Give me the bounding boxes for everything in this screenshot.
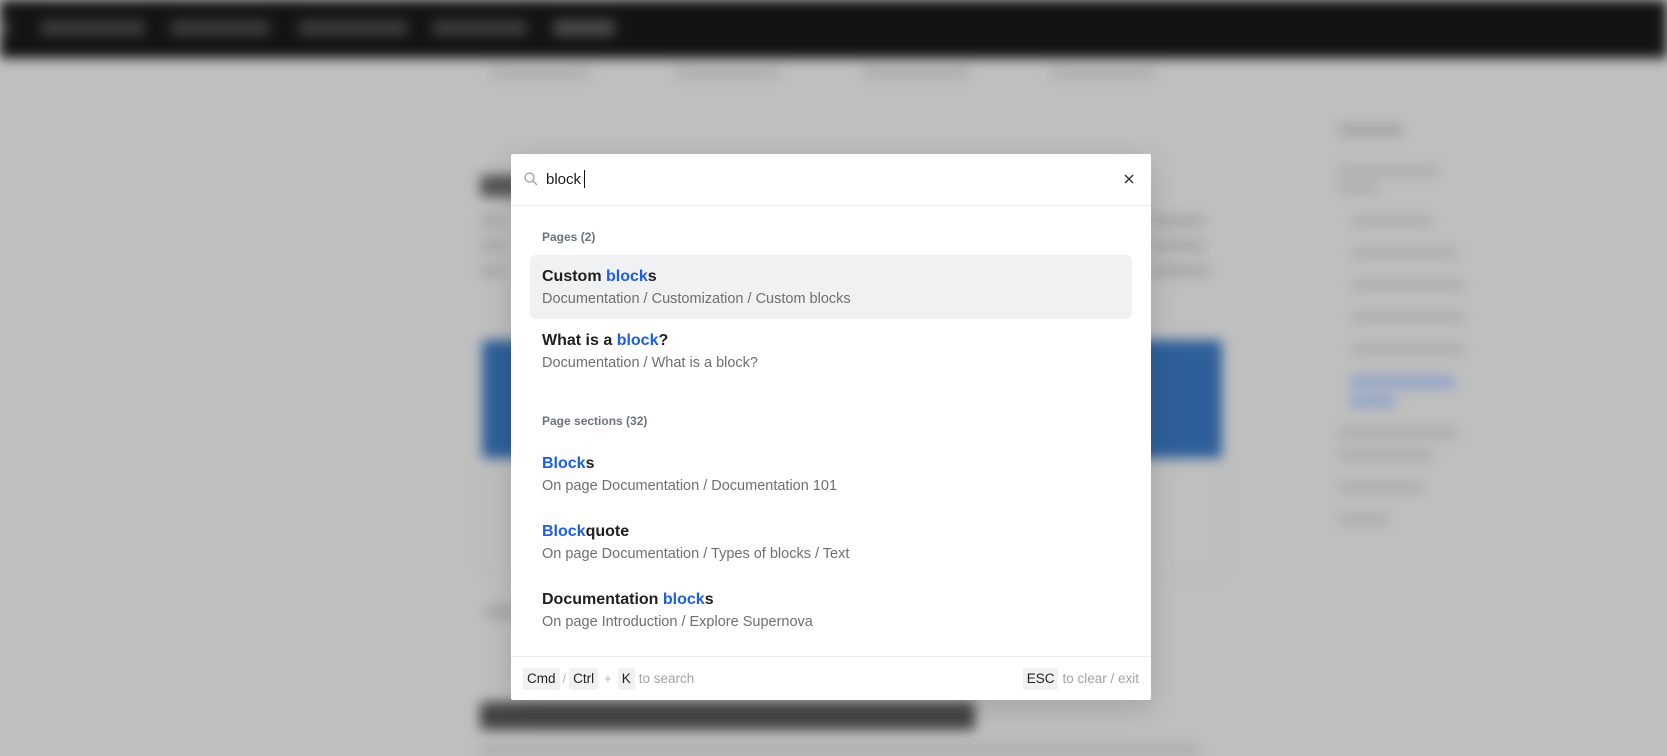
toc-item xyxy=(1338,183,1378,193)
result-title: Custom blocks xyxy=(542,267,1120,287)
toc-item xyxy=(1338,482,1423,492)
search-results: Pages (2) Custom blocks Documentation / … xyxy=(511,206,1151,656)
section-heading xyxy=(480,702,975,730)
subnav-item xyxy=(862,68,970,78)
toc-item xyxy=(1352,344,1464,354)
toc-item xyxy=(1352,216,1432,226)
page-text xyxy=(480,215,505,227)
page-text xyxy=(1150,265,1210,277)
page-text xyxy=(1150,240,1205,252)
toc-item xyxy=(1338,514,1388,524)
match-highlight: block xyxy=(606,268,648,285)
result-item[interactable]: Blockquote On page Documentation / Types… xyxy=(530,514,1132,574)
kbd-ctrl: Ctrl xyxy=(569,668,599,690)
result-item[interactable]: Custom blocks Documentation / Customizat… xyxy=(530,255,1132,319)
toc-title xyxy=(1338,124,1403,136)
toc-item xyxy=(1352,248,1457,258)
result-path: On page Documentation / Documentation 10… xyxy=(542,478,838,494)
results-group-title-sections: Page sections (32) xyxy=(542,414,648,428)
toc-item-active xyxy=(1350,395,1395,407)
title-text: s xyxy=(704,591,714,608)
subnav-item xyxy=(675,68,780,78)
subnav-item xyxy=(490,68,590,78)
exit-hint-text: to clear / exit xyxy=(1062,671,1139,686)
kbd-plus: + xyxy=(604,671,612,686)
search-input[interactable] xyxy=(546,167,1106,191)
match-highlight: Block xyxy=(542,455,586,472)
kbd-separator: / xyxy=(562,671,567,686)
result-title: Blocks xyxy=(542,454,1120,474)
result-path: On page Introduction / Explore Supernova xyxy=(542,614,813,630)
nav-item xyxy=(0,20,10,36)
result-item[interactable]: Documentation blocks On page Introductio… xyxy=(530,582,1132,642)
result-item[interactable]: What is a block? Documentation / What is… xyxy=(530,319,1132,383)
result-title: What is a block? xyxy=(542,331,1120,351)
close-icon[interactable] xyxy=(1121,171,1137,187)
page-text xyxy=(480,265,505,277)
match-highlight: Block xyxy=(542,523,586,540)
result-path: Documentation / Customization / Custom b… xyxy=(542,291,851,307)
text-caret xyxy=(584,170,585,188)
results-group-pages: Custom blocks Documentation / Customizat… xyxy=(530,255,1132,383)
nav-item xyxy=(298,20,408,36)
page-text xyxy=(480,745,1200,755)
match-highlight: block xyxy=(616,332,659,349)
top-navigation-bar xyxy=(0,0,1667,58)
search-hint-text: to search xyxy=(638,671,695,686)
title-text: s xyxy=(647,268,657,285)
nav-item xyxy=(40,20,145,36)
toc-item xyxy=(1338,428,1458,438)
result-path: Documentation / What is a block? xyxy=(542,355,758,371)
title-text: s xyxy=(585,455,595,472)
title-text: ? xyxy=(658,332,669,349)
kbd-k: K xyxy=(617,668,635,690)
nav-item xyxy=(432,20,527,36)
results-group-sections: Blocks On page Documentation / Documenta… xyxy=(530,446,1132,642)
shortcut-hint-search: Cmd / Ctrl + Kto search xyxy=(523,668,694,690)
toc-item xyxy=(1338,166,1438,176)
search-bar xyxy=(511,154,1151,206)
search-footer: Cmd / Ctrl + Kto search ESC to clear / exit xyxy=(511,656,1151,700)
toc-item xyxy=(1352,312,1464,322)
page-text xyxy=(480,240,505,252)
result-item[interactable]: Blocks On page Documentation / Documenta… xyxy=(530,446,1132,506)
nav-item xyxy=(170,20,270,36)
results-group-title-pages: Pages (2) xyxy=(542,230,596,244)
kbd-esc: ESC xyxy=(1022,668,1059,690)
title-text: quote xyxy=(585,523,630,540)
shortcut-hint-exit: ESC to clear / exit xyxy=(1022,668,1139,690)
toc-item xyxy=(1338,450,1433,460)
toc-item xyxy=(1352,280,1464,290)
title-text: Documentation xyxy=(542,591,663,608)
result-title: Documentation blocks xyxy=(542,590,1120,610)
result-title: Blockquote xyxy=(542,522,1120,542)
match-highlight: block xyxy=(662,591,705,608)
search-icon xyxy=(524,172,538,186)
toc-item-active xyxy=(1350,376,1455,388)
result-path: On page Documentation / Types of blocks … xyxy=(542,546,850,562)
search-dialog: Pages (2) Custom blocks Documentation / … xyxy=(511,154,1151,700)
title-text: What is a xyxy=(542,332,617,349)
subnav-item xyxy=(1050,68,1155,78)
kbd-cmd: Cmd xyxy=(523,668,560,690)
nav-item-active xyxy=(553,20,615,36)
title-text: Custom xyxy=(542,268,606,285)
page-text xyxy=(1150,215,1205,227)
